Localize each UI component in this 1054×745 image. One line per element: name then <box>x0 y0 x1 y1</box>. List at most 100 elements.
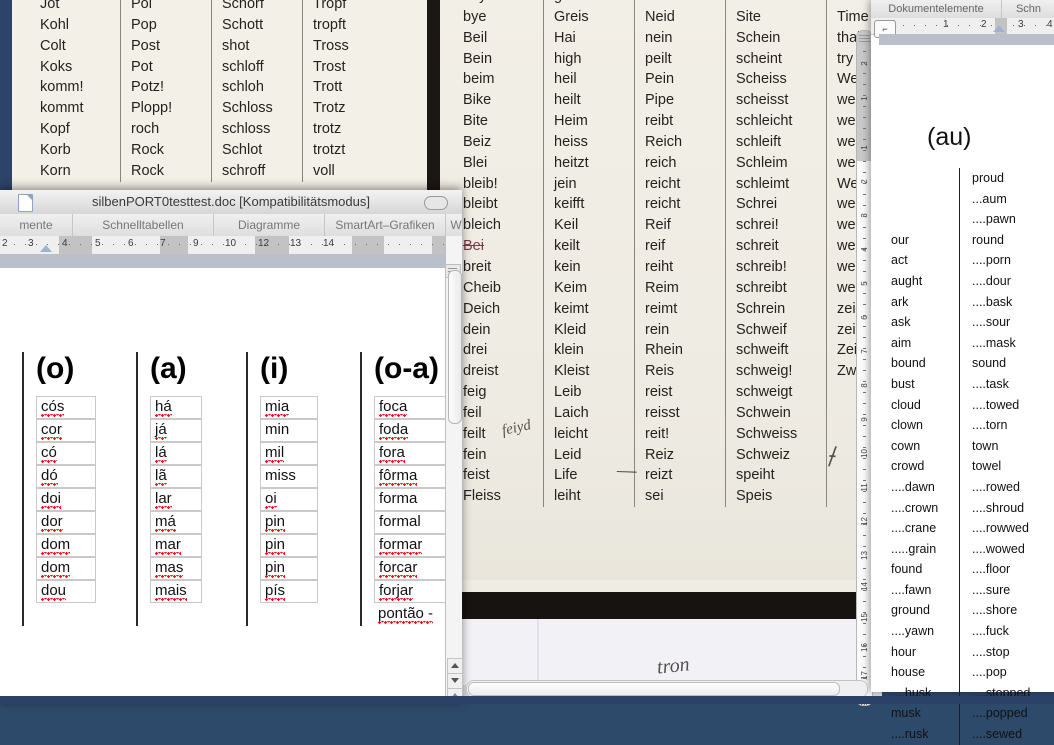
ruler-tick <box>36 244 37 245</box>
table-cell[interactable]: há <box>150 396 202 419</box>
scan-word: heiss <box>554 133 588 150</box>
vertical-ruler-tick <box>863 150 866 151</box>
table-cell[interactable]: formal <box>374 511 450 534</box>
scan-word: Reich <box>645 133 683 150</box>
table-cell[interactable]: mar <box>150 534 202 557</box>
ruler-column-marker[interactable] <box>352 236 384 254</box>
ruler-tick <box>410 244 411 245</box>
scan-word: feig <box>463 384 487 401</box>
scan-word: Schloss <box>222 100 273 117</box>
scan-word: Tross <box>313 37 349 54</box>
window-pill-button[interactable] <box>424 196 448 210</box>
misspelled-word: há <box>155 398 172 417</box>
scrollbar-thumb[interactable] <box>448 270 462 424</box>
table-cell[interactable]: miss <box>260 465 318 488</box>
scroll-up-button[interactable] <box>447 658 463 674</box>
tab-dokumentelemente[interactable]: Dokumentelemente <box>871 0 1002 18</box>
table-cell[interactable]: já <box>150 419 202 442</box>
table-cell[interactable]: foda <box>374 419 450 442</box>
table-cell[interactable]: min <box>260 419 318 442</box>
table-cell[interactable]: pontão - <box>374 603 450 626</box>
table-cell[interactable]: cós <box>36 396 96 419</box>
table-cell[interactable]: dó <box>36 465 96 488</box>
scan-word: greint <box>554 0 634 7</box>
ruler-number: 4 <box>1047 19 1053 30</box>
horizontal-ruler-right[interactable]: 11234 <box>871 18 1054 35</box>
tab-schnelltabellen[interactable]: Schnelltabellen <box>73 214 214 236</box>
word-window-right[interactable]: DokumentelementeSchn 11234 ⌐ (au) ouract… <box>871 0 1054 745</box>
scan-word: dein <box>463 321 491 338</box>
au-word-right: ....sure <box>972 582 1011 597</box>
table-cell[interactable]: pin <box>260 557 318 580</box>
scan-word: schloh <box>222 79 264 96</box>
horizontal-scrollbar-thumb[interactable] <box>468 682 840 696</box>
scan-word: keifft <box>554 196 585 213</box>
document-page-right[interactable]: (au) our act aught ark ask aim bound bust cloud c… <box>879 45 1054 745</box>
scan-word: nein <box>645 29 673 46</box>
table-cell[interactable]: forjar <box>374 580 450 603</box>
document-column-3: (o-a) foca foda fora fôrma forma formal formar f… <box>360 352 450 626</box>
misspelled-word: já <box>155 421 167 440</box>
table-cell[interactable]: má <box>150 511 202 534</box>
tab-schn[interactable]: Schn <box>1002 0 1054 18</box>
document-column-0: (o) cós cor có dó doi dor dom dom dou <box>22 352 136 626</box>
document-page[interactable]: (o) cós cor có dó doi dor dom dom dou (a) há já lá lã l… <box>0 268 450 704</box>
table-cell[interactable]: pin <box>260 511 318 534</box>
scan-word: dreist <box>463 363 499 380</box>
table-cell[interactable]: oi <box>260 488 318 511</box>
ruler-number: 3 <box>28 238 34 249</box>
table-cell[interactable]: formar <box>374 534 450 557</box>
table-cell[interactable]: dor <box>36 511 96 534</box>
table-cell[interactable]: dou <box>36 580 96 603</box>
tab-w[interactable]: W <box>446 214 466 236</box>
table-cell[interactable]: dom <box>36 534 96 557</box>
table-cell[interactable]: cor <box>36 419 96 442</box>
table-cell[interactable]: dom <box>36 557 96 580</box>
gallery-tab-bar-right[interactable]: Dokumentelemente Schn <box>871 0 1054 19</box>
table-cell[interactable]: pin <box>260 534 318 557</box>
table-cell[interactable]: mil <box>260 442 318 465</box>
scan-word: Keim <box>554 279 588 296</box>
vertical-ruler-tick <box>863 678 866 679</box>
tab-diagramme[interactable]: Diagramme <box>214 214 325 236</box>
vertical-scrollbar[interactable] <box>445 236 463 704</box>
word-window-left[interactable]: silbenPORT0testtest.doc [Kompatibilitäts… <box>0 190 463 704</box>
tab-mente[interactable]: mente <box>0 214 73 236</box>
indent-marker-icon[interactable] <box>993 25 1005 32</box>
au-word-right: ....popped <box>972 706 1028 721</box>
table-cell[interactable]: forcar <box>374 557 450 580</box>
au-column-left: our act aught ark ask aim bound bust cloud clown c… <box>891 168 959 745</box>
table-cell[interactable]: pís <box>260 580 318 603</box>
indent-marker-icon[interactable] <box>40 245 52 252</box>
table-cell[interactable]: mas <box>150 557 202 580</box>
scan-word: trotzt <box>313 141 346 158</box>
vertical-ruler-number: 1 <box>860 96 869 101</box>
table-cell[interactable]: lã <box>150 465 202 488</box>
ruler-tick <box>1046 25 1047 26</box>
table-cell[interactable]: forma <box>374 488 450 511</box>
tab-smartart-grafiken[interactable]: SmartArt–Grafiken <box>325 214 446 236</box>
horizontal-ruler[interactable]: 2 3 4 5 6 7 9 10 12 13 14 <box>0 236 462 255</box>
gallery-tab-bar[interactable]: mente Schnelltabellen Diagramme SmartArt–Gr… <box>0 214 462 237</box>
table-cell[interactable]: lá <box>150 442 202 465</box>
ruler-tick <box>914 25 915 26</box>
scan-word: seit <box>736 0 826 7</box>
table-cell[interactable]: foca <box>374 396 450 419</box>
table-cell[interactable]: mia <box>260 396 318 419</box>
table-cell[interactable]: fora <box>374 442 450 465</box>
au-word-right: proud <box>972 171 1004 185</box>
scan-word: bye <box>463 8 487 25</box>
table-cell[interactable]: có <box>36 442 96 465</box>
vertical-ruler-grip <box>858 33 871 45</box>
table-cell[interactable]: fôrma <box>374 465 450 488</box>
window-title-bar[interactable]: silbenPORT0testtest.doc [Kompatibilitäts… <box>0 190 462 215</box>
scan-word: schreit <box>736 238 779 255</box>
scroll-down-button[interactable] <box>447 673 463 689</box>
table-cell[interactable]: mais <box>150 580 202 603</box>
column-cell-list: foca foda fora fôrma forma formal formar forcar… <box>374 396 450 626</box>
ruler-tick <box>179 244 180 245</box>
table-cell[interactable]: lar <box>150 488 202 511</box>
au-word-left: ....fawn <box>891 582 932 597</box>
table-cell[interactable]: doi <box>36 488 96 511</box>
vertical-ruler-tick <box>863 337 866 338</box>
